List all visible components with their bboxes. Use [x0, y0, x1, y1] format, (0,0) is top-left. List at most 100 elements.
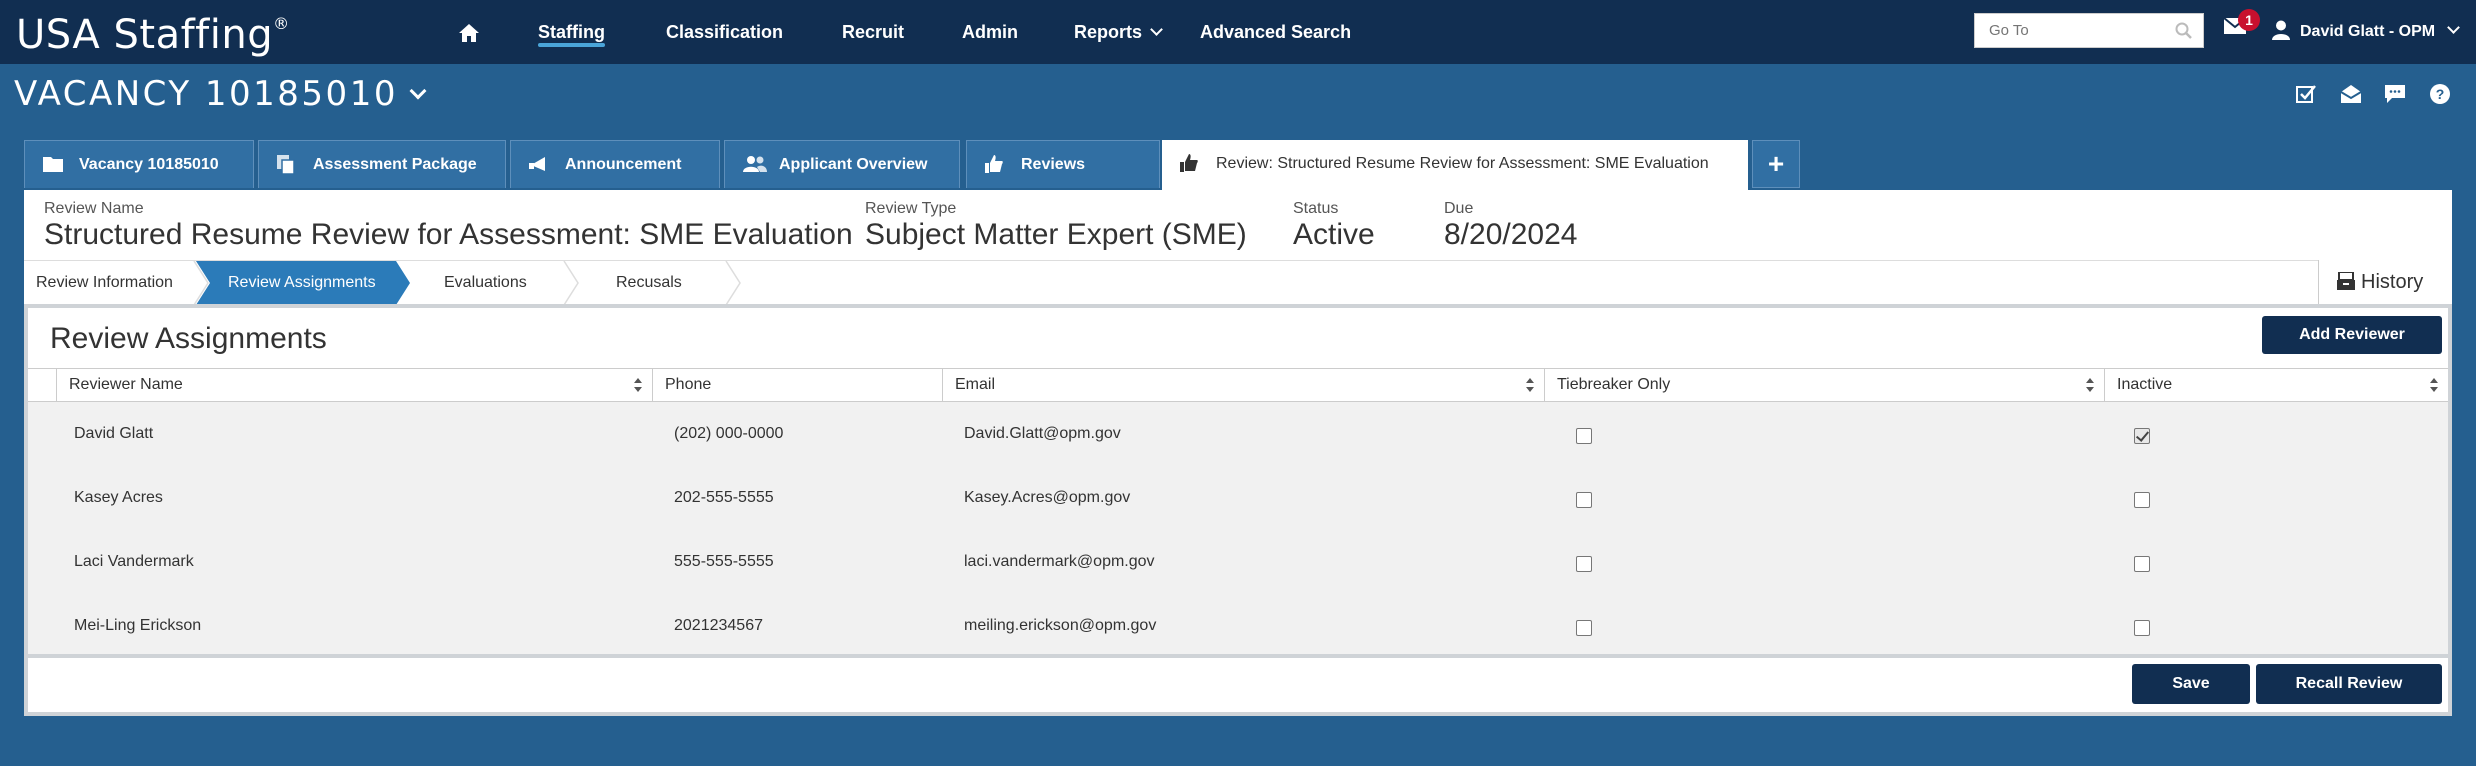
sort-icon — [1526, 378, 1534, 392]
reviewer-phone: 555-555-5555 — [674, 553, 774, 570]
thumbs-up-icon — [985, 155, 1003, 173]
chat-icon[interactable] — [2384, 84, 2406, 104]
review-type-value: Subject Matter Expert (SME) — [865, 218, 1247, 251]
nav-staffing[interactable]: Staffing — [538, 0, 605, 64]
column-tiebreaker-only[interactable]: Tiebreaker Only — [1544, 369, 2104, 401]
chevron-down-icon — [1150, 23, 1163, 36]
tiebreaker-checkbox[interactable] — [1576, 492, 1592, 508]
review-steps-bar: Review Information Review Assignments Ev… — [24, 260, 2452, 305]
column-phone: Phone — [652, 369, 942, 401]
tiebreaker-checkbox[interactable] — [1576, 620, 1592, 636]
user-icon — [2272, 20, 2290, 40]
history-button[interactable]: History — [2318, 260, 2452, 304]
due-value: 8/20/2024 — [1444, 218, 1578, 251]
reviewer-phone: 202-555-5555 — [674, 489, 774, 506]
review-name-label: Review Name — [44, 200, 144, 217]
table-header: Reviewer Name Phone Email Tiebreaker Onl… — [28, 368, 2448, 402]
add-tab-button[interactable]: + — [1752, 140, 1800, 188]
table-row: Laci Vandermark 555-555-5555 laci.vander… — [28, 530, 2448, 594]
table-row: Mei-Ling Erickson 2021234567 meiling.eri… — [28, 594, 2448, 658]
tab-vacancy[interactable]: Vacancy 10185010 — [24, 140, 254, 188]
inactive-checkbox[interactable] — [2134, 428, 2150, 444]
users-icon — [743, 156, 767, 172]
recall-review-button[interactable]: Recall Review — [2256, 664, 2442, 704]
reviewer-name: Laci Vandermark — [74, 553, 194, 570]
usa-staffing-logo[interactable]: USA Staffing® — [16, 12, 290, 58]
go-to-search-box — [1974, 13, 2204, 48]
inactive-checkbox[interactable] — [2134, 620, 2150, 636]
tab-label: Reviews — [1021, 156, 1086, 173]
step-recusals[interactable]: Recusals — [616, 261, 682, 305]
tab-assessment-package[interactable]: Assessment Package — [258, 140, 506, 188]
action-footer: Save Recall Review — [28, 654, 2448, 712]
inactive-checkbox[interactable] — [2134, 556, 2150, 572]
sort-icon — [2086, 378, 2094, 392]
nav-advanced-search[interactable]: Advanced Search — [1200, 0, 1351, 64]
tab-applicant-overview[interactable]: Applicant Overview — [724, 140, 960, 188]
tab-label: Review: Structured Resume Review for Ass… — [1216, 155, 1709, 172]
history-label: History — [2361, 271, 2424, 293]
thumbs-up-icon — [1180, 154, 1198, 172]
archive-icon — [2337, 271, 2355, 290]
tab-review-structured-resume[interactable]: Review: Structured Resume Review for Ass… — [1162, 140, 1748, 190]
chevron-down-icon — [409, 82, 427, 100]
megaphone-icon — [529, 157, 545, 171]
svg-text:?: ? — [2436, 86, 2445, 102]
page-title: Review Assignments — [50, 322, 327, 355]
home-icon[interactable] — [458, 22, 480, 44]
reviewer-name: Kasey Acres — [74, 489, 163, 506]
due-label: Due — [1444, 200, 1474, 217]
reviewer-phone: (202) 000-0000 — [674, 425, 784, 442]
tab-reviews[interactable]: Reviews — [966, 140, 1160, 188]
notification-badge: 1 — [2238, 9, 2260, 31]
sort-icon — [2430, 378, 2438, 392]
reviewer-email: meiling.erickson@opm.gov — [964, 617, 1157, 634]
tab-label: Announcement — [565, 156, 682, 173]
table-row: Kasey Acres 202-555-5555 Kasey.Acres@opm… — [28, 466, 2448, 530]
step-review-assignments[interactable]: Review Assignments — [228, 261, 376, 305]
tab-announcement[interactable]: Announcement — [510, 140, 720, 188]
table-body: David Glatt (202) 000-0000 David.Glatt@o… — [28, 402, 2448, 654]
reviewer-email: Kasey.Acres@opm.gov — [964, 489, 1131, 506]
tab-label: Vacancy 10185010 — [79, 156, 219, 173]
nav-classification[interactable]: Classification — [666, 0, 783, 64]
column-inactive[interactable]: Inactive — [2104, 369, 2448, 401]
nav-recruit[interactable]: Recruit — [842, 0, 904, 64]
reviewer-email: laci.vandermark@opm.gov — [964, 553, 1155, 570]
user-name: David Glatt - OPM — [2300, 23, 2436, 40]
sort-icon — [634, 378, 642, 392]
add-reviewer-button[interactable]: Add Reviewer — [2262, 316, 2442, 354]
column-email[interactable]: Email — [942, 369, 1544, 401]
tab-label: Assessment Package — [313, 156, 477, 173]
tiebreaker-checkbox[interactable] — [1576, 428, 1592, 444]
tab-label: Applicant Overview — [779, 156, 928, 173]
vacancy-title[interactable]: VACANCY 10185010 — [14, 74, 427, 114]
nav-admin[interactable]: Admin — [962, 0, 1018, 64]
nav-reports[interactable]: Reports — [1074, 0, 1163, 64]
inactive-checkbox[interactable] — [2134, 492, 2150, 508]
review-type-label: Review Type — [865, 200, 957, 217]
table-row: David Glatt (202) 000-0000 David.Glatt@o… — [28, 402, 2448, 466]
inbox-icon[interactable] — [2340, 84, 2362, 104]
reviewer-phone: 2021234567 — [674, 617, 763, 634]
save-button[interactable]: Save — [2132, 664, 2250, 704]
search-icon[interactable] — [2175, 22, 2193, 40]
user-menu[interactable]: David Glatt - OPM — [2272, 0, 2460, 64]
folder-icon — [43, 157, 63, 172]
status-label: Status — [1293, 200, 1339, 217]
reviewer-email: David.Glatt@opm.gov — [964, 425, 1121, 442]
copy-icon — [277, 155, 295, 175]
review-header-panel: Review Name Structured Resume Review for… — [24, 190, 2452, 260]
chevron-down-icon — [2447, 21, 2460, 34]
reviewer-name: Mei-Ling Erickson — [74, 617, 202, 634]
column-reviewer-name[interactable]: Reviewer Name — [56, 369, 652, 401]
nav-reports-label: Reports — [1074, 22, 1143, 42]
step-review-information[interactable]: Review Information — [36, 261, 173, 305]
help-icon[interactable]: ? — [2430, 84, 2450, 104]
review-name-value: Structured Resume Review for Assessment:… — [44, 218, 853, 251]
tiebreaker-checkbox[interactable] — [1576, 556, 1592, 572]
go-to-input[interactable] — [1975, 14, 2165, 47]
checklist-icon[interactable] — [2296, 84, 2316, 104]
status-value: Active — [1293, 218, 1375, 251]
step-evaluations[interactable]: Evaluations — [444, 261, 527, 305]
